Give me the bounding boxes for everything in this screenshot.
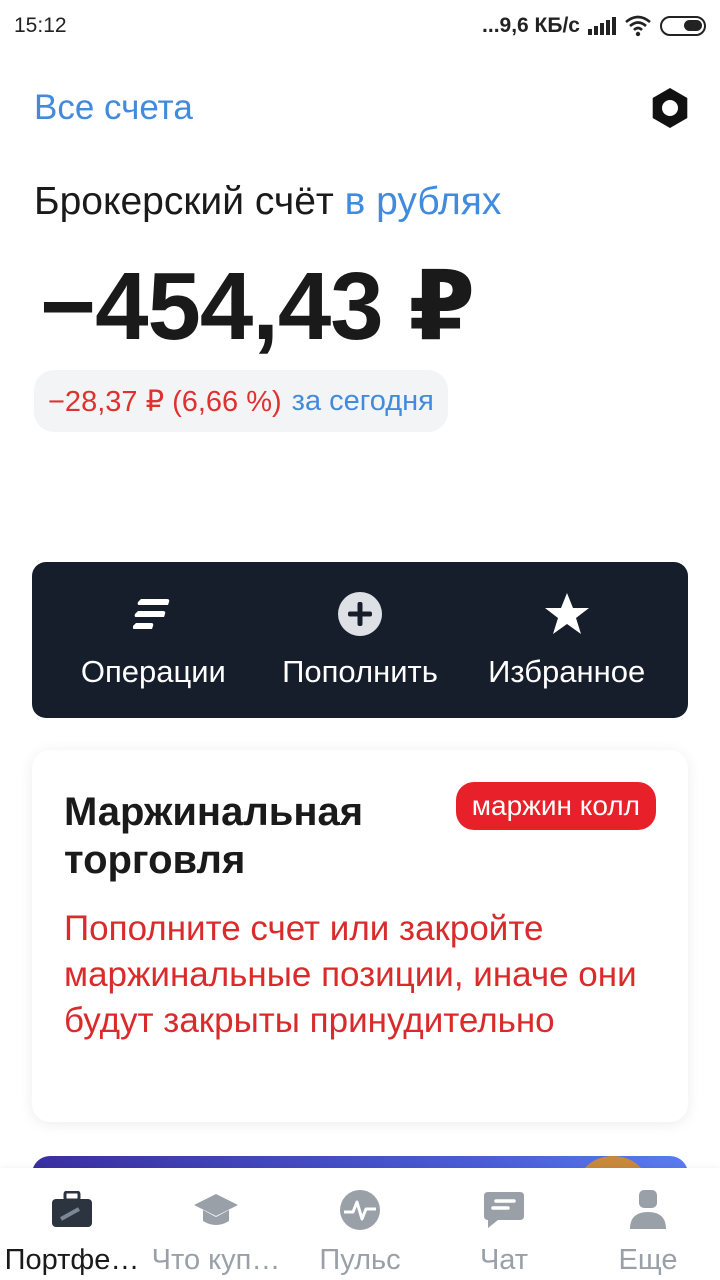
plus-circle-icon bbox=[336, 590, 384, 638]
all-accounts-link[interactable]: Все счета bbox=[34, 88, 193, 128]
daily-change-value: −28,37 ₽ (6,66 %) bbox=[48, 385, 282, 418]
tab-more-label: Еще bbox=[618, 1244, 678, 1276]
tab-portfolio[interactable]: Портфе… bbox=[0, 1168, 144, 1280]
tab-what-to-buy-label: Что куп… bbox=[151, 1244, 281, 1276]
network-speed: ...9,6 КБ/с bbox=[482, 14, 580, 37]
operations-button[interactable]: Операции bbox=[50, 562, 257, 718]
operations-label: Операции bbox=[80, 654, 226, 689]
tab-chat[interactable]: Чат bbox=[432, 1168, 576, 1280]
chat-icon bbox=[481, 1188, 527, 1232]
margin-warning-text: Пополните счет или закройте маржинальные… bbox=[64, 909, 637, 1040]
wifi-icon bbox=[625, 15, 651, 37]
status-indicators: ...9,6 КБ/с bbox=[482, 14, 706, 38]
currency-link[interactable]: в рублях bbox=[345, 180, 502, 223]
bottom-tab-bar: Портфе… Что куп… Пульс Чат Еще bbox=[0, 1168, 720, 1280]
account-type: Брокерский счёт bbox=[34, 180, 334, 223]
tab-chat-label: Чат bbox=[479, 1244, 529, 1276]
daily-change-pill[interactable]: −28,37 ₽ (6,66 %) за сегодня bbox=[34, 370, 448, 432]
tab-portfolio-label: Портфе… bbox=[4, 1244, 140, 1276]
tab-what-to-buy[interactable]: Что куп… bbox=[144, 1168, 288, 1280]
tab-pulse[interactable]: Пульс bbox=[288, 1168, 432, 1280]
battery-icon bbox=[660, 16, 706, 36]
tab-pulse-label: Пульс bbox=[319, 1244, 401, 1276]
graduation-cap-icon bbox=[193, 1188, 239, 1232]
favorites-button[interactable]: Избранное bbox=[463, 562, 670, 718]
margin-card-header: Маржинальная торговля маржин колл bbox=[64, 782, 656, 884]
hexagon-settings-icon[interactable] bbox=[648, 86, 692, 130]
pulse-icon bbox=[337, 1188, 383, 1232]
status-bar: 15:12 ...9,6 КБ/с bbox=[0, 0, 720, 52]
operations-icon bbox=[129, 590, 177, 638]
profile-icon bbox=[625, 1188, 671, 1232]
quick-actions-panel: Операции Пополнить Избранное bbox=[32, 562, 688, 718]
top-up-button[interactable]: Пополнить bbox=[257, 562, 464, 718]
account-title: Брокерский счёт в рублях bbox=[34, 180, 501, 224]
margin-card-title: Маржинальная торговля bbox=[64, 790, 364, 882]
margin-trading-card[interactable]: Маржинальная торговля маржин колл Пополн… bbox=[32, 750, 688, 1122]
signal-icon bbox=[588, 17, 616, 35]
account-balance: −454,43 ₽ bbox=[40, 253, 475, 360]
daily-change-period: за сегодня bbox=[291, 384, 434, 417]
briefcase-icon bbox=[49, 1188, 95, 1232]
top-up-label: Пополнить bbox=[282, 654, 438, 689]
favorites-label: Избранное bbox=[488, 654, 646, 689]
star-icon bbox=[543, 590, 591, 638]
account-header: Все счета bbox=[34, 84, 692, 132]
tab-more[interactable]: Еще bbox=[576, 1168, 720, 1280]
margin-call-badge: маржин колл bbox=[455, 782, 656, 830]
status-time: 15:12 bbox=[14, 14, 67, 37]
